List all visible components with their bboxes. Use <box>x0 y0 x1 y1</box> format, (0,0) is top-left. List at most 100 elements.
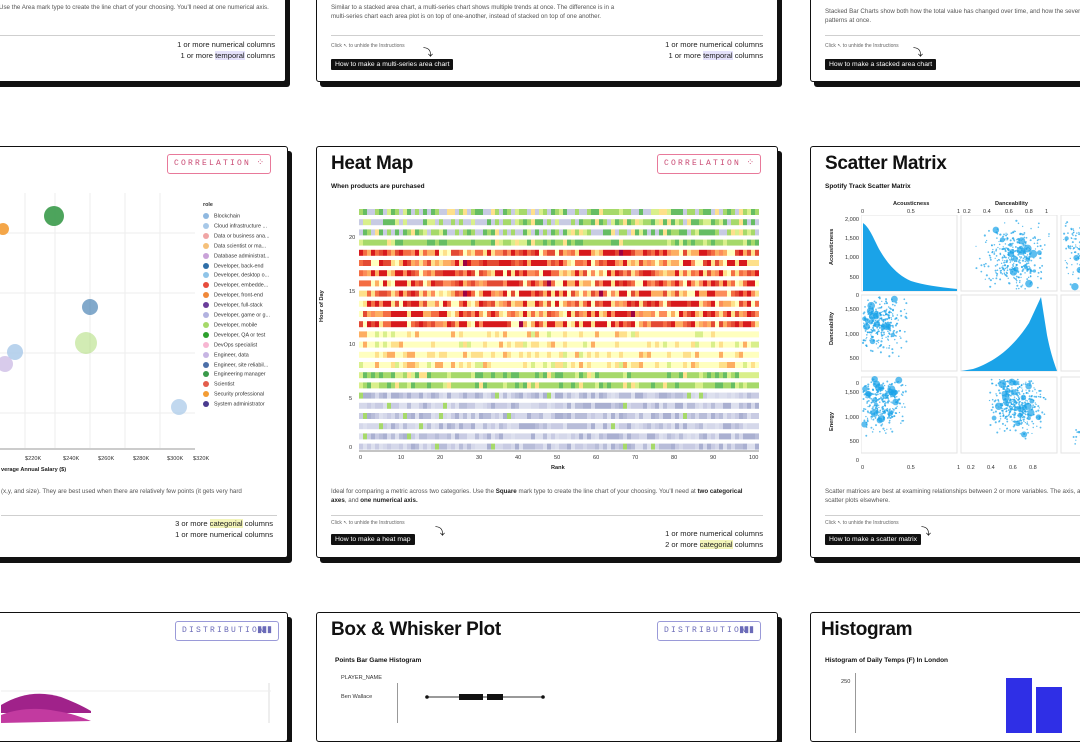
x-axis-tick: 40 <box>515 455 521 461</box>
requirement-temporal: 1 or more temporal columns <box>665 50 763 61</box>
chart-subtitle: Spotify Track Scatter Matrix <box>825 183 911 190</box>
requirements: 1 or more numerical columns 1 or more te… <box>665 39 763 61</box>
x-axis-tick: $260K <box>98 456 114 462</box>
chart-subtitle: Histogram of Daily Temps (F) In London <box>825 657 948 664</box>
legend-label: System administrator <box>214 402 265 408</box>
arrow-down-icon: ⤵ <box>921 523 931 538</box>
box-whisker-card[interactable]: Box & Whisker Plot DISTRIBUTION ▮▮▮ Poin… <box>316 612 778 742</box>
category-badge[interactable]: DISTRIBUTION ▮▮▮ <box>175 621 279 641</box>
legend-swatch <box>203 362 209 368</box>
category-badge[interactable]: CORRELATION ⁘ <box>657 154 761 174</box>
x-axis-tick: $220K <box>25 456 41 462</box>
legend-label: Data or business ana... <box>214 233 269 239</box>
unhide-instructions-text[interactable]: Click ↖ to unhide the Instructions <box>825 520 899 526</box>
legend-swatch <box>203 342 209 348</box>
legend-swatch <box>203 312 209 318</box>
bottom-tick: 0 <box>861 465 864 471</box>
legend-label: Scientist <box>214 382 234 388</box>
heat-map-card[interactable]: Heat Map CORRELATION ⁘ When products are… <box>316 146 778 558</box>
multi-series-area-card[interactable]: Similar to a stacked area chart, a multi… <box>316 0 778 82</box>
arrow-down-icon: ⤵ <box>435 523 445 538</box>
category-badge[interactable]: CORRELATION ⁘ <box>167 154 271 174</box>
howto-button[interactable]: How to make a heat map <box>331 534 415 545</box>
x-axis-tick: 0 <box>359 455 362 461</box>
unhide-instructions-text[interactable]: Click ↖ to unhide the Instructions <box>825 43 899 49</box>
howto-button[interactable]: How to make a stacked area chart <box>825 59 936 70</box>
legend-label: Developer, desktop o... <box>214 273 269 279</box>
legend-label: Developer, embedde... <box>214 283 268 289</box>
box-plot <box>397 683 557 723</box>
legend-swatch <box>203 302 209 308</box>
legend-swatch <box>203 282 209 288</box>
legend-item: Developer, QA or test <box>203 332 265 338</box>
card-description: Ideal for comparing a metric across two … <box>331 487 751 505</box>
unhide-instructions-text[interactable]: Click ↖ to unhide the Instructions <box>331 520 405 526</box>
row-tick: 1,000 <box>839 415 859 421</box>
row-tick: 0 <box>839 293 859 299</box>
column-tick: 0 <box>861 209 864 215</box>
legend-swatch <box>203 243 209 249</box>
legend-label: Blockchain <box>214 213 240 219</box>
howto-button[interactable]: How to make a multi-series area chart <box>331 59 453 70</box>
row-tick: 500 <box>839 275 859 281</box>
card-title: Heat Map <box>331 153 413 175</box>
histogram-card[interactable]: Histogram Histogram of Daily Temps (F) I… <box>810 612 1080 742</box>
scatter-matrix-card[interactable]: Scatter Matrix Spotify Track Scatter Mat… <box>810 146 1080 558</box>
column-tick: 0.6 <box>1005 209 1013 215</box>
legend-item: Developer, full-stack <box>203 302 263 308</box>
y-axis-tick: 15 <box>349 289 355 295</box>
bar-chart-icon: ▮▮▮ <box>739 626 754 635</box>
scatter-icon: ⁘ <box>746 159 754 168</box>
legend-item: DevOps specialist <box>203 342 257 348</box>
column-tick: 1 <box>1045 209 1048 215</box>
legend-label: Engineering manager <box>214 372 266 378</box>
card-description: Scatter matrices are best at examining r… <box>825 487 1080 505</box>
divider <box>331 35 763 36</box>
bar-chart-icon: ▮▮▮ <box>257 626 272 635</box>
bubble <box>171 399 187 415</box>
category-badge[interactable]: DISTRIBUTION ▮▮▮ <box>657 621 761 641</box>
row-title: Danceability <box>829 312 835 345</box>
bubble <box>75 332 97 354</box>
unhide-instructions-text[interactable]: Click ↖ to unhide the Instructions <box>331 43 405 49</box>
area-chart-card[interactable]: Use the Area mark type to create the lin… <box>0 0 286 82</box>
legend-title: role <box>203 202 213 208</box>
row-tick: 1,500 <box>839 236 859 242</box>
card-description: Stacked Bar Charts show both how the tot… <box>825 7 1080 25</box>
legend-item: Cloud infrastructure ... <box>203 223 267 229</box>
column-title: Acousticness <box>893 201 929 207</box>
requirements: 1 or more numerical columns 1 or more te… <box>177 39 275 61</box>
x-axis-tick: 60 <box>593 455 599 461</box>
requirements: 3 or more categorial columns 1 or more n… <box>175 518 273 540</box>
card-title: Scatter Matrix <box>825 153 946 175</box>
chart-subtitle: When products are purchased <box>331 183 425 190</box>
bubble-plot <box>0 193 195 455</box>
x-axis-tick: $320K <box>193 456 209 462</box>
bubble-chart-card[interactable]: CORRELATION ⁘ role verage Annual Salary … <box>0 146 288 558</box>
legend-swatch <box>203 272 209 278</box>
requirement-numerical: 1 or more numerical columns <box>177 39 275 50</box>
ridgeline-plot <box>1 683 271 723</box>
legend-swatch <box>203 292 209 298</box>
row-label: Ben Wallace <box>341 694 372 700</box>
legend-label: Developer, full-stack <box>214 303 263 309</box>
card-title: Histogram <box>821 619 912 641</box>
requirement-numerical: 1 or more numerical columns <box>175 529 273 540</box>
legend-item: Engineer, data <box>203 352 249 358</box>
howto-button[interactable]: How to make a scatter matrix <box>825 534 921 545</box>
x-axis-tick: 70 <box>632 455 638 461</box>
legend-label: Engineer, site reliabil... <box>214 362 268 368</box>
legend-item: Security professional <box>203 391 264 397</box>
legend-label: Developer, mobile <box>214 322 257 328</box>
column-tick: 0.4 <box>983 209 991 215</box>
legend-item: Developer, game or g... <box>203 312 270 318</box>
row-title: Energy <box>829 412 835 431</box>
arrow-down-icon: ⤵ <box>913 44 923 59</box>
arrow-down-icon: ⤵ <box>423 44 433 59</box>
stacked-area-card[interactable]: Stacked Bar Charts show both how the tot… <box>810 0 1080 82</box>
legend-swatch <box>203 233 209 239</box>
requirement-temporal: 1 or more temporal columns <box>177 50 275 61</box>
legend-swatch <box>203 213 209 219</box>
distribution-card[interactable]: DISTRIBUTION ▮▮▮ <box>0 612 288 742</box>
divider <box>1 515 277 516</box>
